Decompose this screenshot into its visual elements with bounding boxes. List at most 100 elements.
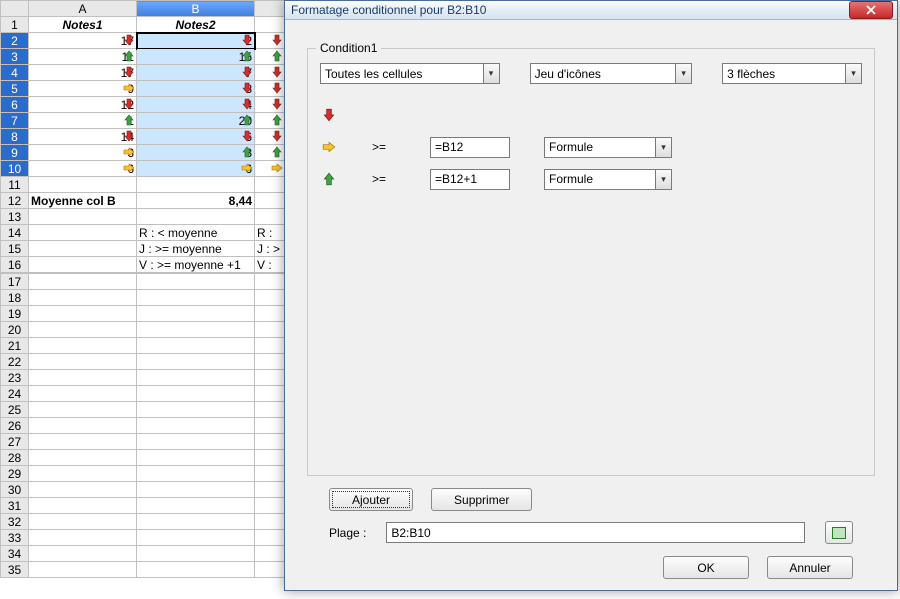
cell[interactable]: [255, 562, 285, 578]
cell[interactable]: Notes1: [29, 17, 137, 33]
row-header[interactable]: 14: [1, 225, 29, 241]
cell[interactable]: [255, 65, 285, 81]
cell[interactable]: [137, 386, 255, 402]
row-header[interactable]: 21: [1, 338, 29, 354]
cell[interactable]: [255, 145, 285, 161]
cell[interactable]: [137, 434, 255, 450]
row-header[interactable]: 22: [1, 354, 29, 370]
cell[interactable]: Notes2: [137, 17, 255, 33]
cell[interactable]: [255, 530, 285, 546]
row-header[interactable]: 34: [1, 546, 29, 562]
cell[interactable]: [255, 386, 285, 402]
cell[interactable]: [255, 354, 285, 370]
cancel-button[interactable]: Annuler: [767, 556, 853, 579]
cell[interactable]: 17: [29, 33, 137, 49]
iconset-select[interactable]: 3 flèches: [722, 63, 862, 84]
corner-cell[interactable]: [1, 1, 29, 17]
threshold-type-1[interactable]: Formule: [544, 137, 672, 158]
cell[interactable]: [137, 482, 255, 498]
cell[interactable]: 17: [29, 65, 137, 81]
cell[interactable]: V :: [255, 257, 285, 273]
cell[interactable]: [255, 17, 285, 33]
cell[interactable]: 8: [137, 81, 255, 97]
cell[interactable]: 6: [29, 161, 137, 177]
row-header[interactable]: 19: [1, 306, 29, 322]
row-header[interactable]: 1: [1, 17, 29, 33]
row-header[interactable]: 10: [1, 161, 29, 177]
cell[interactable]: 9: [29, 81, 137, 97]
row-header[interactable]: 30: [1, 482, 29, 498]
cell[interactable]: [29, 225, 137, 241]
cell[interactable]: 8,44: [137, 193, 255, 209]
cell[interactable]: 1: [29, 113, 137, 129]
cell[interactable]: [255, 274, 285, 290]
cell[interactable]: R : < moyenne: [137, 225, 255, 241]
row-header[interactable]: 8: [1, 129, 29, 145]
cell[interactable]: [255, 306, 285, 322]
row-header[interactable]: 13: [1, 209, 29, 225]
cell[interactable]: [137, 402, 255, 418]
chevron-down-icon[interactable]: [675, 64, 691, 83]
cell[interactable]: [137, 450, 255, 466]
cell[interactable]: [29, 514, 137, 530]
cell[interactable]: [29, 290, 137, 306]
cell[interactable]: [255, 514, 285, 530]
cell[interactable]: 12: [29, 97, 137, 113]
cell[interactable]: [137, 498, 255, 514]
col-header-A[interactable]: A: [29, 1, 137, 17]
cell[interactable]: [255, 49, 285, 65]
chevron-down-icon[interactable]: [483, 64, 499, 83]
cell[interactable]: [137, 418, 255, 434]
cell[interactable]: [255, 370, 285, 386]
row-header[interactable]: 15: [1, 241, 29, 257]
row-header[interactable]: 32: [1, 514, 29, 530]
row-header[interactable]: 23: [1, 370, 29, 386]
cell[interactable]: [255, 113, 285, 129]
cell[interactable]: 2: [137, 33, 255, 49]
cell[interactable]: [29, 274, 137, 290]
spreadsheet-grid[interactable]: A B 1 Notes1 Notes2 21723111541775986124…: [0, 0, 285, 273]
cell[interactable]: [255, 322, 285, 338]
cell[interactable]: [137, 338, 255, 354]
row-header[interactable]: 31: [1, 498, 29, 514]
cell[interactable]: V : >= moyenne +1: [137, 257, 255, 273]
row-header[interactable]: 11: [1, 177, 29, 193]
cell[interactable]: [255, 338, 285, 354]
cell[interactable]: [29, 241, 137, 257]
col-header-B[interactable]: B: [137, 1, 255, 17]
cell[interactable]: [29, 322, 137, 338]
cell[interactable]: [29, 338, 137, 354]
row-header[interactable]: 18: [1, 290, 29, 306]
cell[interactable]: [29, 546, 137, 562]
row-header[interactable]: 4: [1, 65, 29, 81]
row-header[interactable]: 6: [1, 97, 29, 113]
cell[interactable]: [255, 193, 285, 209]
chevron-down-icon[interactable]: [655, 138, 671, 157]
row-header[interactable]: 2: [1, 33, 29, 49]
row-header[interactable]: 17: [1, 274, 29, 290]
row-header[interactable]: 16: [1, 257, 29, 273]
cell[interactable]: [255, 450, 285, 466]
col-header-C[interactable]: [255, 1, 285, 17]
cell[interactable]: [29, 177, 137, 193]
cell[interactable]: [255, 177, 285, 193]
cell[interactable]: [29, 354, 137, 370]
cell[interactable]: [137, 274, 255, 290]
row-header[interactable]: 26: [1, 418, 29, 434]
cell[interactable]: 6: [137, 129, 255, 145]
cell[interactable]: [137, 546, 255, 562]
close-button[interactable]: [849, 1, 893, 19]
cell[interactable]: [29, 450, 137, 466]
chevron-down-icon[interactable]: [655, 170, 671, 189]
cell[interactable]: [255, 434, 285, 450]
cell[interactable]: [255, 466, 285, 482]
cell[interactable]: [255, 209, 285, 225]
row-header[interactable]: 3: [1, 49, 29, 65]
cell[interactable]: [29, 306, 137, 322]
row-header[interactable]: 7: [1, 113, 29, 129]
row-header[interactable]: 24: [1, 386, 29, 402]
row-header[interactable]: 20: [1, 322, 29, 338]
cell[interactable]: 3: [29, 145, 137, 161]
scope-select[interactable]: Toutes les cellules: [320, 63, 500, 84]
cell[interactable]: [255, 546, 285, 562]
